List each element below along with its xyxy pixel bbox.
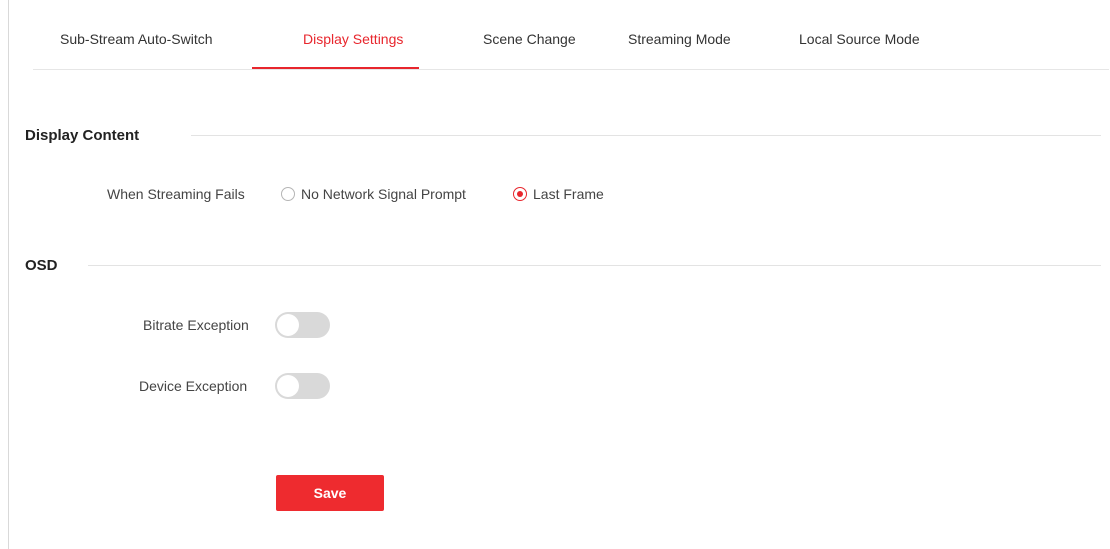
bitrate-exception-toggle[interactable]: [275, 312, 330, 338]
tab-streaming-mode[interactable]: Streaming Mode: [628, 31, 731, 47]
section-divider: [88, 265, 1101, 266]
device-exception-toggle[interactable]: [275, 373, 330, 399]
toggle-knob: [277, 375, 299, 397]
radio-last-frame[interactable]: Last Frame: [513, 186, 604, 202]
tab-scene-change[interactable]: Scene Change: [483, 31, 576, 47]
settings-panel: Sub-Stream Auto-Switch Display Settings …: [8, 0, 1110, 549]
tab-sub-stream-auto-switch[interactable]: Sub-Stream Auto-Switch: [60, 31, 213, 47]
active-tab-indicator: [252, 67, 419, 69]
tab-display-settings[interactable]: Display Settings: [303, 31, 403, 47]
bitrate-exception-label: Bitrate Exception: [143, 317, 249, 333]
section-title-osd: OSD: [25, 257, 58, 274]
when-streaming-fails-label: When Streaming Fails: [107, 186, 245, 202]
section-divider: [191, 135, 1101, 136]
radio-no-network-signal-prompt[interactable]: No Network Signal Prompt: [281, 186, 466, 202]
radio-label: Last Frame: [533, 186, 604, 202]
device-exception-label: Device Exception: [139, 378, 248, 394]
radio-unchecked-icon: [281, 187, 295, 201]
radio-label: No Network Signal Prompt: [301, 186, 466, 202]
radio-checked-icon: [513, 187, 527, 201]
toggle-knob: [277, 314, 299, 336]
section-title-display-content: Display Content: [25, 127, 140, 144]
tab-bar: Sub-Stream Auto-Switch Display Settings …: [33, 0, 1109, 70]
save-button[interactable]: Save: [276, 475, 384, 511]
tab-local-source-mode[interactable]: Local Source Mode: [799, 31, 920, 47]
